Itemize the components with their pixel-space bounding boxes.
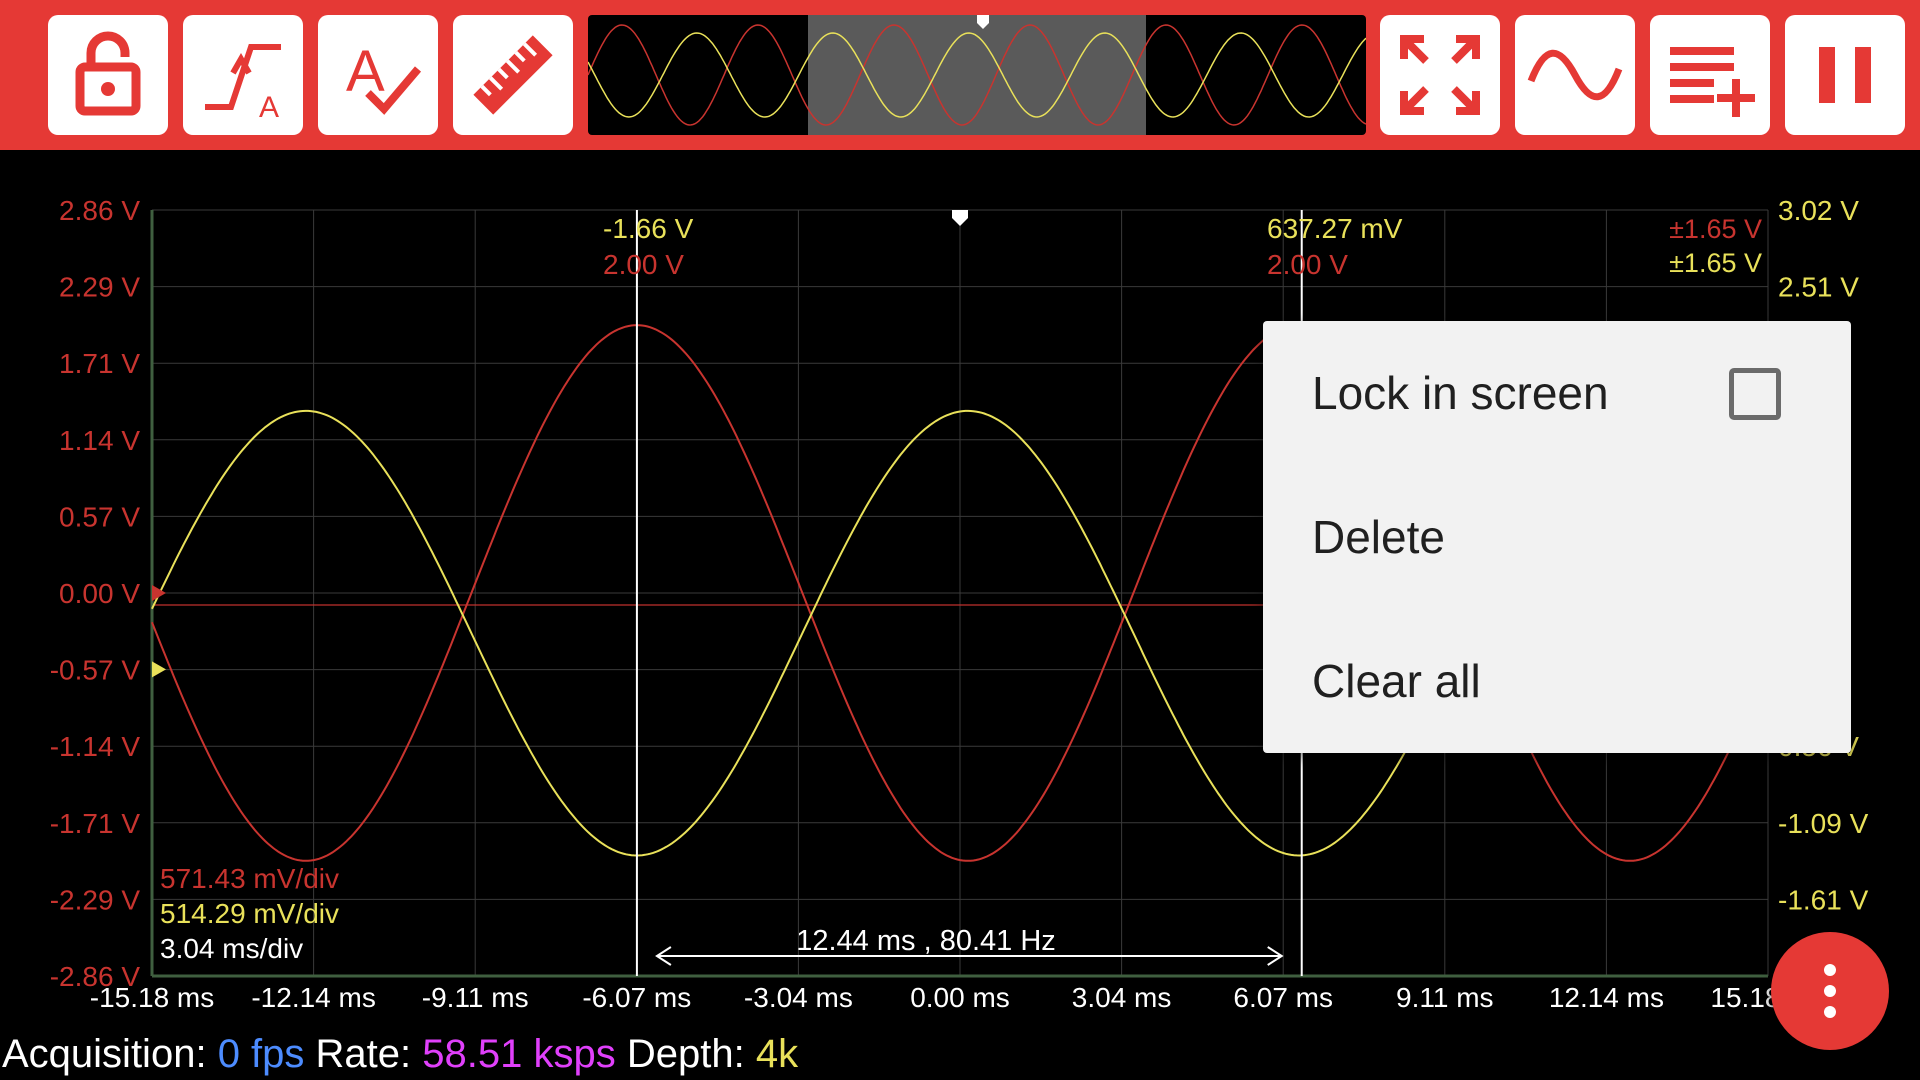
rate-value: 58.51 ksps [422,1032,616,1076]
auto-button[interactable]: A [318,15,438,135]
time-axis-label: -6.07 ms [582,982,691,1013]
time-axis-label: 0.00 ms [910,982,1010,1013]
acquisition-label: Acquisition: [2,1032,207,1076]
menu-item-label: Clear all [1312,655,1481,707]
lock-open-icon [75,31,141,116]
ch-b-offset-marker [152,661,166,678]
menu-item-delete[interactable]: Delete [1263,465,1851,609]
ch-a-axis-label: -0.57 V [50,655,141,686]
ch-a-offset-marker [152,585,166,601]
waveform-button[interactable] [1515,15,1635,135]
more-vert-icon [1824,964,1836,1018]
menu-item-lock-in-screen[interactable]: Lock in screen [1263,321,1851,465]
cursor-right-ch-a: 2.00 V [1267,249,1348,280]
ch-a-axis-label: -2.29 V [50,884,141,915]
ch-b-axis-label: 3.02 V [1778,195,1859,226]
ch-a-scale: 571.43 mV/div [160,863,339,894]
trigger-button[interactable]: A [183,15,303,135]
cursor-context-menu: Lock in screen Delete Clear all [1263,321,1851,753]
fit-button[interactable] [1380,15,1500,135]
time-axis-label: -12.14 ms [251,982,376,1013]
svg-text:A: A [259,91,279,124]
lock-in-screen-checkbox[interactable] [1729,368,1781,420]
ch-b-axis-label: -1.61 V [1778,884,1869,915]
add-list-button[interactable] [1650,15,1770,135]
depth-label: Depth: [626,1032,745,1076]
ch-a-axis-label: -1.71 V [50,808,141,839]
ruler-icon [473,35,553,115]
time-axis-label: -15.18 ms [90,982,215,1013]
playlist-add-icon [1670,47,1755,117]
overview-window [808,15,1146,135]
ch-a-axis-label: 1.71 V [59,348,140,379]
more-options-button[interactable] [1771,932,1889,1050]
time-axis-label: 3.04 ms [1072,982,1172,1013]
trigger-edge-icon: A [205,44,281,124]
time-axis-label: 9.11 ms [1396,982,1494,1013]
pause-icon [1819,47,1871,103]
time-axis-label: -3.04 ms [744,982,853,1013]
ch-a-axis-label: 1.14 V [59,425,140,456]
delta-readout: 12.44 ms , 80.41 Hz [796,925,1056,957]
status-bar: Acquisition: 0 fps Rate: 58.51 ksps Dept… [2,1031,798,1077]
lock-button[interactable] [48,15,168,135]
rate-label: Rate: [315,1032,412,1076]
fps-value: 0 fps [217,1032,305,1076]
cursor-left-ch-b: -1.66 V [603,213,694,244]
ch-b-axis-label: 2.51 V [1778,272,1859,303]
waveform-overview[interactable] [588,15,1366,135]
ch-b-scale: 514.29 mV/div [160,898,339,929]
time-scale: 3.04 ms/div [160,933,303,964]
menu-item-label: Delete [1312,511,1445,563]
trigger-position-marker [952,210,968,226]
menu-item-label: Lock in screen [1312,367,1609,419]
auto-check-icon: A [346,39,422,115]
ch-a-axis-label: 0.57 V [59,501,140,532]
measure-button[interactable] [453,15,573,135]
fullscreen-icon [1400,35,1480,115]
ch-b-axis-label: -1.09 V [1778,808,1869,839]
depth-value: 4k [755,1032,799,1076]
ch-a-axis-label: 2.86 V [59,195,140,226]
ch-a-axis-label: 0.00 V [59,578,140,609]
ch-a-axis-label: -1.14 V [50,731,141,762]
cursor-right-ch-b: 637.27 mV [1267,213,1403,244]
pause-button[interactable] [1785,15,1905,135]
menu-item-clear-all[interactable]: Clear all [1263,609,1851,753]
time-axis-label: -9.11 ms [422,982,529,1013]
range-ch-b: ±1.65 V [1669,248,1762,278]
cursor-left-ch-a: 2.00 V [603,249,684,280]
range-ch-a: ±1.65 V [1669,214,1762,244]
ch-a-axis-label: 2.29 V [59,272,140,303]
toolbar: A A [0,0,1920,150]
svg-text:A: A [346,39,385,104]
time-axis-label: 6.07 ms [1233,982,1333,1013]
sine-wave-icon [1527,49,1623,101]
time-axis-label: 12.14 ms [1549,982,1664,1013]
